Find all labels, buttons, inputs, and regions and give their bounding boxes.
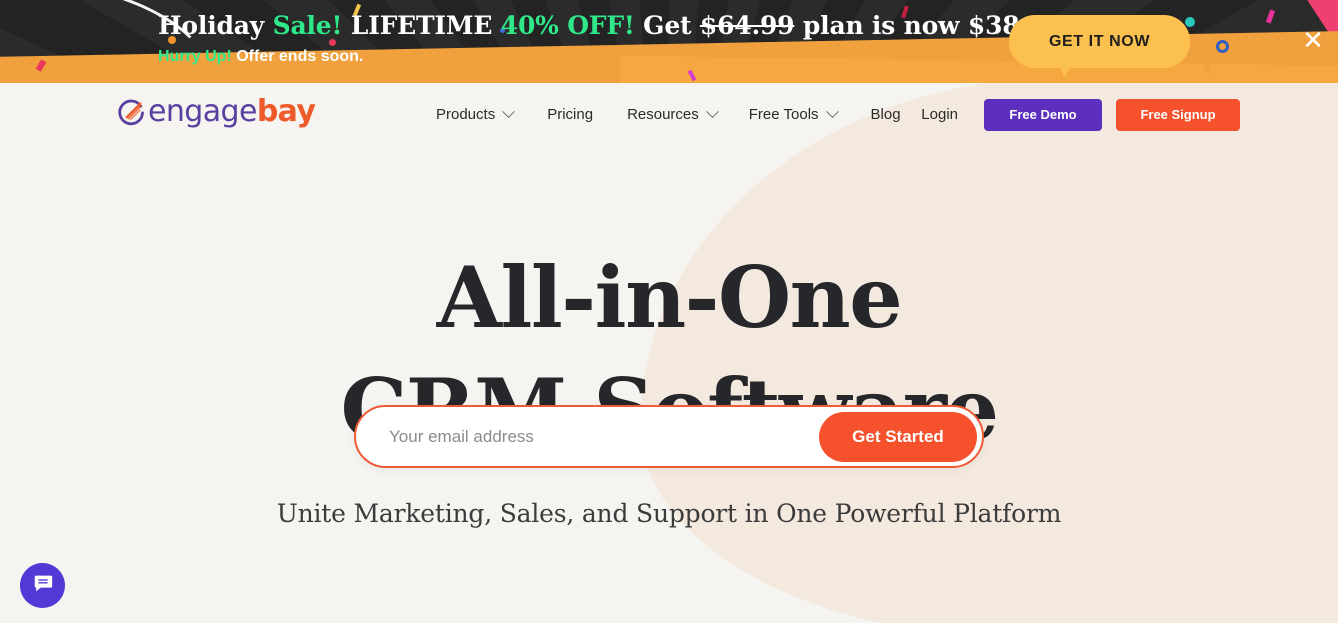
nav-actions: Login Free Demo Free Signup — [921, 83, 1240, 146]
chevron-down-icon — [502, 105, 516, 119]
hero-section: All-in-One CRM Software Unite Marketing,… — [0, 146, 1338, 530]
promo-offer-ends-label: Offer ends soon. — [231, 48, 364, 65]
get-it-now-button[interactable]: GET IT NOW — [1009, 15, 1190, 68]
site-logo[interactable]: engagebay — [118, 94, 316, 129]
nav-links: Products Pricing Resources Free Tools Bl… — [420, 83, 919, 146]
promo-message: Holiday Sale! LIFETIME 40% OFF! Get $64.… — [158, 11, 1063, 67]
free-demo-button[interactable]: Free Demo — [984, 98, 1102, 131]
nav-item-pricing[interactable]: Pricing — [529, 106, 611, 123]
promo-headline-discount: 40% OFF! — [500, 11, 635, 40]
chat-bubble-icon — [32, 572, 54, 599]
page-title-line1: All-in-One — [436, 248, 903, 347]
nav-item-free-tools-label: Free Tools — [748, 106, 819, 123]
promo-headline: Holiday Sale! LIFETIME 40% OFF! Get $64.… — [158, 11, 1063, 41]
nav-item-resources[interactable]: Resources — [611, 105, 733, 123]
close-icon[interactable]: ✕ — [1298, 26, 1328, 56]
nav-item-blog-label: Blog — [870, 106, 901, 123]
promo-headline-part1: Holiday — [158, 11, 273, 40]
nav-item-blog[interactable]: Blog — [853, 106, 919, 123]
logo-text: engagebay — [148, 94, 316, 129]
promo-old-price: $64.99 — [699, 11, 795, 40]
engagebay-logo-icon — [118, 98, 146, 126]
nav-item-resources-label: Resources — [627, 106, 699, 123]
email-field[interactable] — [356, 407, 819, 466]
promo-subline: Hurry Up! Offer ends soon. — [158, 47, 998, 67]
hero-subtitle: Unite Marketing, Sales, and Support in O… — [276, 499, 1062, 528]
nav-item-products[interactable]: Products — [420, 105, 529, 123]
logo-text-primary: engage — [148, 94, 257, 129]
chevron-down-icon — [825, 105, 839, 119]
nav-item-pricing-label: Pricing — [547, 106, 594, 123]
page-root: Holiday Sale! LIFETIME 40% OFF! Get $64.… — [0, 0, 1338, 623]
promo-headline-part2: LIFETIME — [342, 11, 501, 40]
chevron-down-icon — [705, 105, 719, 119]
nav-item-products-label: Products — [436, 106, 496, 123]
chat-widget-button[interactable] — [20, 563, 65, 608]
get-started-button[interactable]: Get Started — [819, 411, 977, 462]
promo-headline-part3: Get — [634, 11, 700, 40]
promo-hurry-label: Hurry Up! — [158, 48, 232, 65]
email-signup-form: Get Started — [354, 405, 984, 468]
nav-item-free-tools[interactable]: Free Tools — [733, 105, 853, 123]
free-signup-button[interactable]: Free Signup — [1116, 98, 1240, 131]
promo-banner: Holiday Sale! LIFETIME 40% OFF! Get $64.… — [0, 0, 1338, 83]
promo-headline-sale: Sale! — [272, 11, 343, 40]
main-navbar: engagebay Products Pricing Resources Fre… — [0, 83, 1338, 146]
login-link[interactable]: Login — [921, 106, 958, 123]
logo-text-accent: bay — [256, 94, 316, 129]
promo-headline-part4: plan is now — [794, 11, 968, 40]
